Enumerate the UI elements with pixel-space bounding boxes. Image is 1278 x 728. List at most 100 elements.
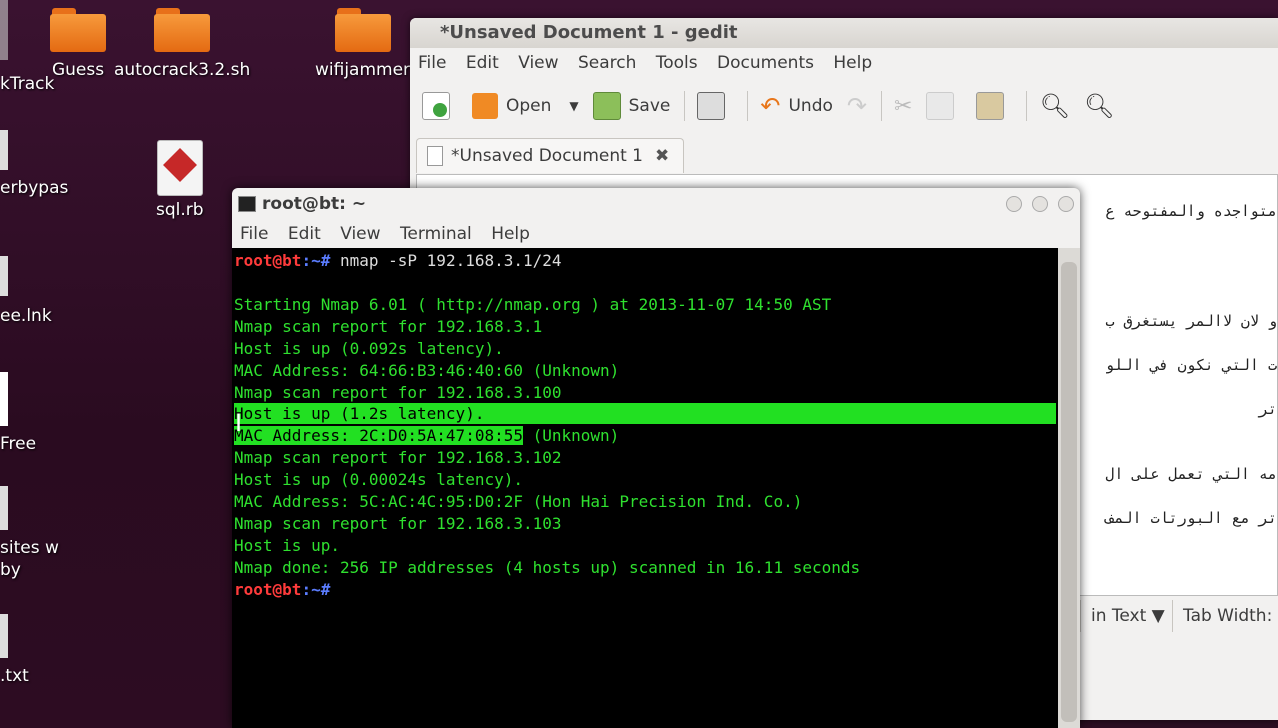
text-line: متواجده والمفتوحه ع	[1105, 202, 1277, 220]
desktop-label-free[interactable]: Free	[0, 434, 36, 454]
chevron-down-icon[interactable]: ▼	[569, 99, 578, 113]
maximize-button[interactable]	[1032, 196, 1048, 212]
save-icon	[592, 92, 621, 120]
desktop-icon-sql-rb[interactable]: sql.rb	[156, 140, 204, 220]
open-button[interactable]: Open ▼	[472, 93, 579, 119]
copy-button[interactable]	[926, 92, 962, 120]
close-icon[interactable]: ✖	[655, 139, 669, 173]
text-line: تر مع البورتات المف	[1105, 509, 1277, 527]
terminal-menu-view[interactable]: View	[340, 224, 380, 244]
replace-button[interactable]: 🔍︎	[1084, 92, 1114, 120]
desktop-label-ee-lnk[interactable]: ee.lnk	[0, 306, 52, 326]
undo-button[interactable]: ↶ Undo	[760, 92, 833, 120]
output-line: Nmap scan report for 192.168.3.1	[234, 317, 543, 336]
desktop-label-sites[interactable]: sites w	[0, 538, 59, 558]
terminal-icon	[238, 196, 256, 212]
output-line: Host is up (0.00024s latency).	[234, 470, 523, 489]
find-button[interactable]: 🔍︎	[1039, 92, 1069, 120]
partial-icon	[0, 486, 8, 530]
gedit-menu-file[interactable]: File	[418, 53, 446, 73]
gedit-menu-edit[interactable]: Edit	[466, 53, 499, 73]
gedit-title: *Unsaved Document 1 - gedit	[410, 18, 1278, 48]
terminal-title: root@bt: ~	[262, 194, 367, 214]
terminal-menu-edit[interactable]: Edit	[288, 224, 321, 244]
desktop-icon-guess[interactable]: Guess	[50, 8, 106, 80]
folder-icon	[50, 8, 106, 52]
paste-button[interactable]	[976, 92, 1012, 120]
output-line: Nmap scan report for 192.168.3.102	[234, 448, 562, 467]
terminal-titlebar[interactable]: root@bt: ~	[232, 188, 1080, 220]
scissors-icon: ✂	[894, 93, 913, 119]
save-button[interactable]: Save	[592, 92, 670, 120]
partial-icon	[0, 256, 8, 296]
terminal-output[interactable]: root@bt:~# nmap -sP 192.168.3.1/24 Start…	[232, 248, 1058, 728]
desktop-icon-wifijammer[interactable]: wifijammer	[315, 8, 410, 80]
desktop-label-txt[interactable]: .txt	[0, 666, 29, 686]
output-line: Nmap done: 256 IP addresses (4 hosts up)…	[234, 558, 861, 577]
copy-icon	[926, 92, 955, 120]
gedit-menu-search[interactable]: Search	[578, 53, 636, 73]
text-cursor-icon: Ⅰ	[235, 409, 243, 437]
folder-icon	[334, 8, 391, 52]
prompt-line: root@bt:~#	[234, 580, 331, 599]
new-document-icon	[422, 92, 450, 120]
output-line: Nmap scan report for 192.168.3.100	[234, 383, 562, 402]
terminal-menubar: File Edit View Terminal Help	[232, 220, 1080, 248]
search-icon: 🔍︎	[1039, 92, 1070, 120]
output-line: Host is up.	[234, 536, 340, 555]
ruby-file-icon	[156, 140, 203, 196]
print-button[interactable]	[697, 92, 733, 120]
desktop-label-ktrack[interactable]: kTrack	[0, 74, 54, 94]
output-line-selected: Host is up (1.2s latency).	[234, 404, 485, 423]
scrollbar-thumb[interactable]	[1061, 262, 1077, 722]
paste-icon	[976, 92, 1005, 120]
redo-button[interactable]: ↷	[847, 92, 867, 120]
gedit-tabbar: *Unsaved Document 1 ✖	[410, 134, 1278, 174]
output-line: Host is up (0.092s latency).	[234, 339, 504, 358]
output-line: Nmap scan report for 192.168.3.103	[234, 514, 562, 533]
search-replace-icon: 🔍︎	[1083, 92, 1115, 120]
text-line: ت التي نكون في اللو	[1105, 356, 1277, 374]
terminal-menu-file[interactable]: File	[240, 224, 268, 244]
text-line: و لان لاالمر يستغرق ب	[1105, 312, 1277, 330]
terminal-window: root@bt: ~ File Edit View Terminal Help …	[232, 188, 1080, 728]
text-line: تر	[1258, 400, 1277, 418]
desktop-icon-autocrack[interactable]: autocrack3.2.sh	[114, 8, 250, 80]
window-controls	[996, 196, 1074, 212]
toolbar-separator	[684, 91, 686, 121]
gedit-menu-tools[interactable]: Tools	[656, 53, 698, 73]
toolbar-separator	[881, 91, 883, 121]
folder-icon	[154, 8, 211, 52]
output-line: MAC Address: 64:66:B3:46:40:60 (Unknown)	[234, 361, 620, 380]
gedit-menubar: File Edit View Search Tools Documents He…	[410, 48, 1278, 78]
terminal-menu-help[interactable]: Help	[491, 224, 530, 244]
partial-icon	[0, 614, 8, 658]
tab-width-selector[interactable]: Tab Width:	[1172, 600, 1278, 632]
output-line-selected-partial: MAC Address: 2C:D0:5A:47:08:55 (Unknown)	[234, 426, 620, 445]
gedit-menu-help[interactable]: Help	[833, 53, 872, 73]
desktop-label-by: by	[0, 560, 21, 580]
minimize-button[interactable]	[1006, 196, 1022, 212]
redo-arrow-icon: ↷	[846, 92, 868, 120]
gedit-toolbar: Open ▼ Save ↶ Undo ↷ ✂ 🔍︎ 🔍︎	[410, 78, 1278, 134]
desktop-label-erbypas[interactable]: erbypas	[0, 178, 68, 198]
close-button[interactable]	[1058, 196, 1074, 212]
highlight-mode-selector[interactable]: in Text ▼	[1080, 600, 1173, 632]
cut-button[interactable]: ✂	[894, 94, 912, 119]
partial-icon	[0, 130, 8, 170]
printer-icon	[697, 92, 726, 120]
tab-unsaved-document[interactable]: *Unsaved Document 1 ✖	[416, 138, 685, 173]
new-button[interactable]	[422, 92, 458, 120]
open-folder-icon	[472, 93, 498, 119]
output-line: Starting Nmap 6.01 ( http://nmap.org ) a…	[234, 295, 832, 314]
undo-arrow-icon: ↶	[760, 92, 781, 120]
toolbar-separator	[747, 91, 749, 121]
document-icon	[427, 146, 443, 166]
terminal-scrollbar[interactable]	[1058, 248, 1080, 728]
partial-icon	[0, 0, 8, 60]
toolbar-separator	[1026, 91, 1028, 121]
gedit-menu-documents[interactable]: Documents	[717, 53, 814, 73]
partial-icon	[0, 372, 8, 426]
gedit-menu-view[interactable]: View	[518, 53, 558, 73]
terminal-menu-terminal[interactable]: Terminal	[400, 224, 472, 244]
